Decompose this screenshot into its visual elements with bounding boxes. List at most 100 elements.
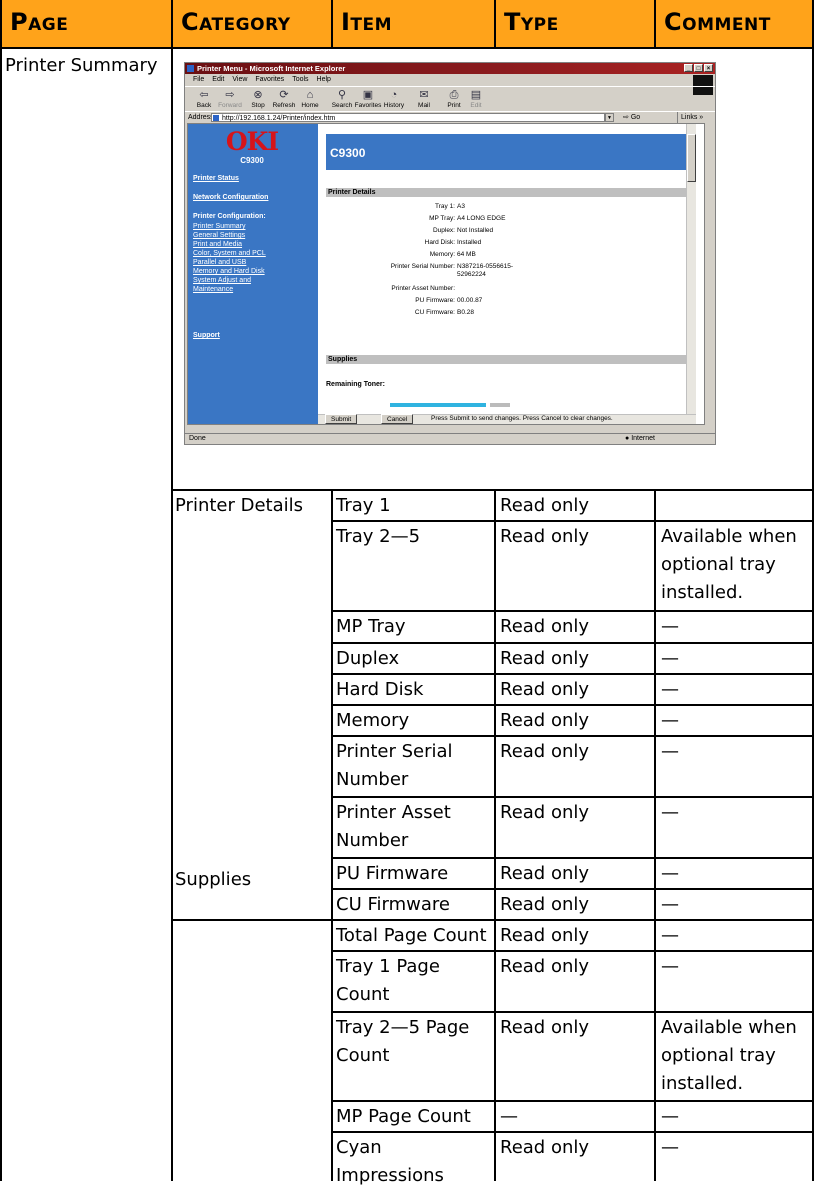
- item-cell-line: Impressions: [336, 1165, 444, 1186]
- window-title-bar: Printer Menu - Microsoft Internet Explor…: [185, 63, 715, 74]
- type-cell: Read only: [500, 1137, 590, 1158]
- links-button[interactable]: Links »: [677, 112, 703, 123]
- detail-key: Printer Serial Number:: [390, 263, 455, 270]
- nav-printer-status[interactable]: Printer Status: [193, 174, 239, 183]
- printer-menu-screenshot: Printer Menu - Microsoft Internet Explor…: [184, 62, 716, 445]
- side-navigation: OKI C9300 Printer Status Network Configu…: [188, 124, 318, 424]
- address-input[interactable]: http://192.168.1.24/Printer/index.htm: [211, 113, 605, 122]
- item-cell-line: Tray 2—5: [336, 526, 421, 547]
- row-divider: [331, 796, 814, 798]
- window-title: Printer Menu - Microsoft Internet Explor…: [197, 64, 346, 73]
- item-cell-line: Tray 2—5 Page: [336, 1017, 470, 1038]
- nav-link[interactable]: Printer Summary: [193, 222, 246, 231]
- comment-cell-line: —: [661, 741, 679, 762]
- detail-key: PU Firmware:: [415, 297, 455, 304]
- type-cell: —: [500, 1106, 518, 1127]
- toolbar-label: Home: [301, 102, 319, 109]
- menu-file[interactable]: File: [193, 76, 204, 83]
- comment-cell: —: [661, 645, 679, 673]
- type-cell: Read only: [500, 1017, 590, 1038]
- nav-link[interactable]: Maintenance: [193, 285, 233, 294]
- item-cell: PU Firmware: [336, 860, 448, 888]
- toolbar-edit-button[interactable]: ▤ Edit: [461, 88, 491, 109]
- toner-level-bar-remainder: [490, 403, 510, 407]
- nav-link[interactable]: System Adjust and: [193, 276, 251, 285]
- row-divider: [331, 520, 814, 522]
- item-column-divider: [494, 490, 496, 1181]
- comment-cell-line: —: [661, 679, 679, 700]
- nav-link[interactable]: Print and Media: [193, 240, 242, 249]
- menu-view[interactable]: View: [232, 76, 247, 83]
- row-divider: [331, 610, 814, 612]
- detail-key: Memory:: [429, 251, 455, 258]
- nav-link[interactable]: Memory and Hard Disk: [193, 267, 265, 276]
- toolbar-mail-button[interactable]: ✉ Mail: [409, 88, 439, 109]
- item-cell-line: Duplex: [336, 648, 400, 669]
- comment-cell: Available when optional tray installed.: [661, 1014, 797, 1098]
- maximize-button[interactable]: □: [694, 64, 703, 72]
- cancel-button[interactable]: Cancel: [381, 414, 414, 424]
- item-cell: CU Firmware: [336, 891, 450, 919]
- row-divider: [331, 735, 814, 737]
- menu-tools[interactable]: Tools: [292, 76, 308, 83]
- type-column-divider: [654, 490, 656, 1181]
- submit-button[interactable]: Submit: [325, 414, 358, 424]
- menu-help[interactable]: Help: [317, 76, 331, 83]
- toolbar-forward-button[interactable]: ⇨ Forward: [215, 88, 245, 109]
- detail-key: Printer Asset Number:: [391, 285, 455, 292]
- detail-key: Hard Disk:: [424, 239, 455, 246]
- address-value: http://192.168.1.24/Printer/index.htm: [222, 115, 336, 122]
- item-cell-line: PU Firmware: [336, 863, 449, 884]
- toolbar-history-button[interactable]: ◔ History: [379, 88, 409, 109]
- item-cell-line: Printer Serial: [336, 741, 453, 762]
- menu-edit[interactable]: Edit: [212, 76, 224, 83]
- toolbar-label: Forward: [218, 102, 242, 109]
- item-cell-line: MP Tray: [336, 616, 406, 637]
- row-divider: [331, 673, 814, 675]
- toolbar-label: Search: [331, 102, 353, 109]
- submit-note: Press Submit to send changes. Press Canc…: [431, 415, 613, 422]
- browser-content: OKI C9300 Printer Status Network Configu…: [187, 123, 705, 425]
- minimize-button[interactable]: _: [684, 64, 693, 72]
- nav-link[interactable]: General Settings: [193, 231, 245, 240]
- nav-support[interactable]: Support: [193, 331, 220, 340]
- address-bar: Address http://192.168.1.24/Printer/inde…: [185, 111, 715, 123]
- item-cell: Tray 1 Page Count: [336, 953, 440, 1009]
- toolbar-label: Favorites: [354, 102, 382, 109]
- comment-cell: —: [661, 738, 679, 766]
- scroll-thumb[interactable]: [687, 134, 696, 182]
- item-cell: Total Page Count: [336, 922, 487, 950]
- menu-favorites[interactable]: Favorites: [255, 76, 284, 83]
- toolbar-label: History: [383, 102, 405, 109]
- item-cell: MP Page Count: [336, 1103, 471, 1131]
- detail-key: CU Firmware:: [414, 309, 455, 316]
- toolbar-label: Refresh: [272, 102, 296, 109]
- item-cell: Printer Asset Number: [336, 799, 451, 855]
- table-border-left: [0, 0, 2, 1181]
- forward-icon: ⇨: [225, 89, 235, 101]
- model-banner: C9300: [326, 134, 692, 170]
- nav-link[interactable]: Color, System and PCL: [193, 249, 266, 258]
- item-cell-line: Number: [336, 769, 409, 790]
- nav-printer-configuration-heading: Printer Configuration:: [193, 213, 266, 220]
- type-cell: Read only: [500, 679, 590, 700]
- comment-cell-line: Available when: [661, 526, 797, 547]
- category-column-divider: [331, 490, 333, 1181]
- nav-network-configuration[interactable]: Network Configuration: [193, 193, 268, 202]
- type-cell: Read only: [500, 526, 590, 547]
- vertical-scrollbar[interactable]: [686, 124, 696, 416]
- item-cell-line: Count: [336, 1045, 390, 1066]
- edit-icon: ▤: [470, 89, 482, 101]
- comment-cell-line: —: [661, 616, 679, 637]
- go-button[interactable]: ⇨ Go: [623, 112, 640, 123]
- comment-cell: Available when optional tray installed.: [661, 523, 797, 607]
- address-dropdown-icon[interactable]: ▼: [605, 113, 614, 122]
- close-button[interactable]: ×: [704, 64, 713, 72]
- toolbar-home-button[interactable]: ⌂ Home: [295, 88, 325, 109]
- type-cell: Read only: [500, 925, 590, 946]
- nav-link[interactable]: Parallel and USB: [193, 258, 246, 267]
- page-column-divider: [171, 0, 173, 1181]
- item-cell: Printer Serial Number: [336, 738, 453, 794]
- item-cell-line: Tray 1: [336, 495, 391, 516]
- item-cell: Memory: [336, 707, 409, 735]
